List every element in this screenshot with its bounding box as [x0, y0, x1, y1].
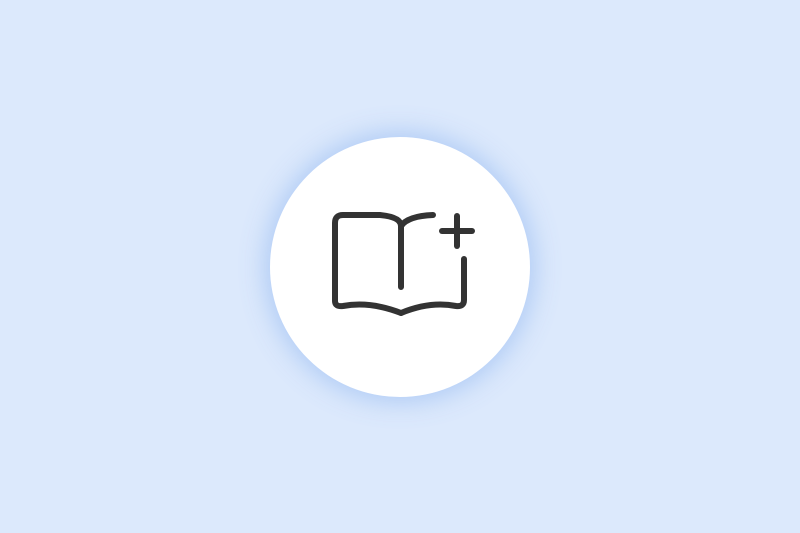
canvas-background	[0, 0, 800, 533]
book-open-plus-icon	[270, 137, 530, 397]
add-book-button[interactable]	[270, 137, 530, 397]
